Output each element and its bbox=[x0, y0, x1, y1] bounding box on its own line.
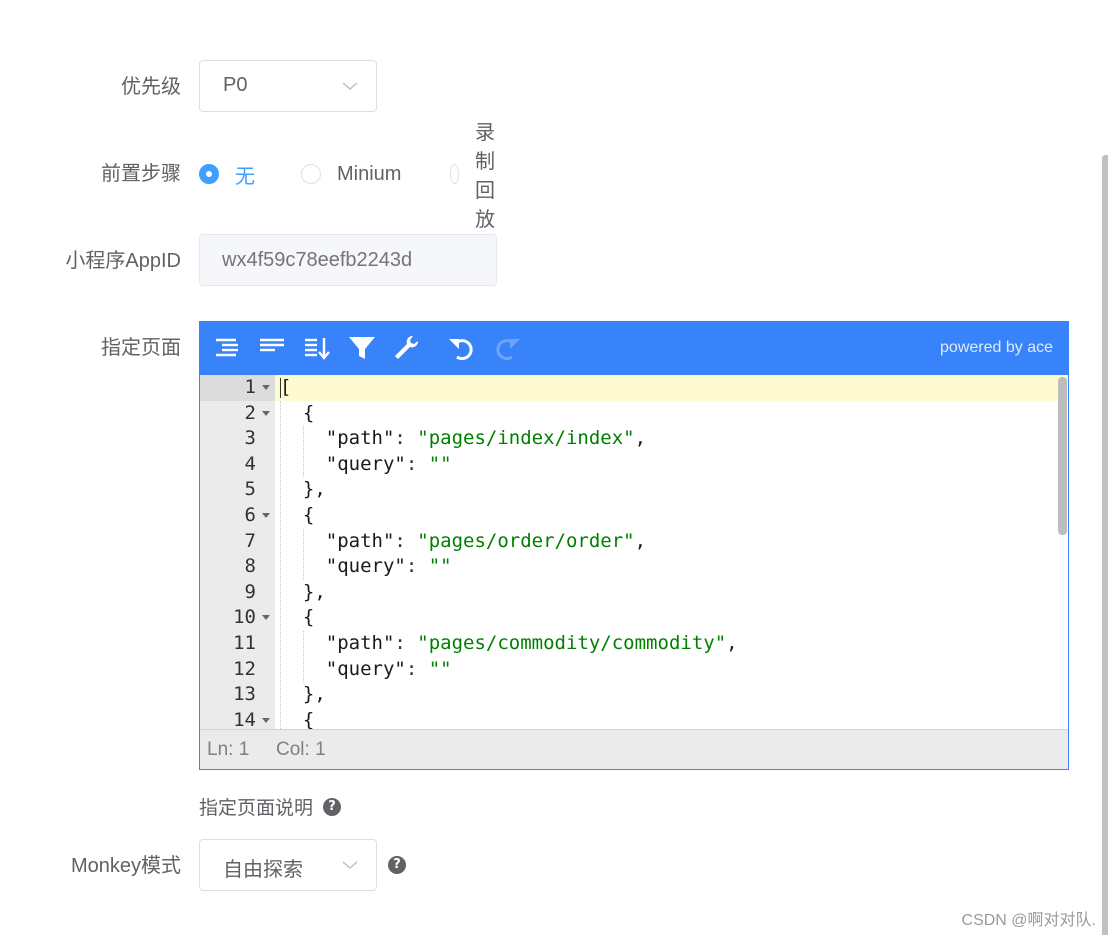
code-line: "path": "pages/order/order", bbox=[280, 529, 647, 552]
code-line: "path": "pages/commodity/commodity", bbox=[280, 632, 738, 654]
pre-steps-label: 前置步骤 bbox=[101, 163, 181, 185]
radio-label: Minium bbox=[337, 162, 402, 185]
page-scrollbar[interactable] bbox=[1102, 155, 1108, 935]
monkey-value: 自由探索 bbox=[223, 859, 303, 881]
chevron-down-icon bbox=[342, 82, 358, 91]
line-number: 11 bbox=[233, 632, 256, 654]
radio-dot bbox=[301, 164, 321, 184]
radio-record-replay[interactable]: 录制回放 bbox=[450, 122, 506, 231]
code-line: }, bbox=[280, 683, 326, 706]
code-line: { bbox=[280, 708, 315, 730]
fold-arrow-icon[interactable] bbox=[262, 717, 270, 723]
undo-icon[interactable] bbox=[447, 333, 477, 363]
indent-guide bbox=[302, 631, 304, 683]
line-number: 10 bbox=[200, 605, 275, 631]
powered-by-ace[interactable]: powered by ace bbox=[940, 339, 1053, 357]
fold-arrow-icon[interactable] bbox=[262, 513, 270, 518]
line-number: 9 bbox=[244, 580, 256, 603]
editor-scrollbar-thumb[interactable] bbox=[1058, 377, 1067, 535]
code-line: }, bbox=[280, 478, 326, 501]
indent-guide bbox=[302, 528, 304, 580]
line-number: 3 bbox=[244, 427, 256, 450]
format-icon[interactable] bbox=[212, 333, 242, 363]
line-number: 12 bbox=[233, 657, 256, 680]
priority-value: P0 bbox=[223, 74, 248, 96]
radio-minium[interactable]: Minium bbox=[301, 160, 401, 188]
status-line: Ln: 1 bbox=[207, 739, 250, 760]
line-number: 13 bbox=[233, 683, 256, 706]
question-icon[interactable]: ? bbox=[323, 797, 342, 816]
editor-status-bar: Ln: 1 Col: 1 bbox=[200, 729, 1068, 769]
line-number-gutter: 1 2 3 4 5 6 7 8 9 10 11 12 13 14 bbox=[200, 375, 275, 730]
code-area[interactable]: [ { "path": "pages/index/index", "query"… bbox=[275, 375, 1068, 730]
question-icon[interactable]: ? bbox=[388, 856, 406, 874]
sort-icon[interactable] bbox=[302, 333, 332, 363]
indent-guide bbox=[302, 426, 304, 478]
code-line: }, bbox=[280, 580, 326, 603]
code-line: "query": "" bbox=[280, 657, 452, 680]
fold-arrow-icon[interactable] bbox=[262, 615, 270, 621]
code-line: "query": "" bbox=[280, 452, 452, 475]
line-number: 5 bbox=[244, 478, 256, 501]
priority-select[interactable]: P0 bbox=[199, 60, 377, 112]
status-column: Col: 1 bbox=[276, 739, 326, 760]
appid-input[interactable] bbox=[199, 234, 497, 286]
line-number: 8 bbox=[244, 555, 256, 578]
monkey-label: Monkey模式 bbox=[70, 855, 181, 877]
radio-dot bbox=[450, 164, 459, 184]
json-editor[interactable]: powered by ace 1 2 3 4 5 6 7 8 9 10 11 12 13 14 [ { "… bbox=[199, 321, 1069, 770]
indent-guide bbox=[280, 400, 281, 730]
monkey-select[interactable]: 自由探索 bbox=[199, 839, 377, 891]
line-number: 7 bbox=[244, 529, 256, 552]
redo-icon[interactable] bbox=[492, 333, 522, 363]
code-line: { bbox=[280, 606, 315, 629]
pages-label: 指定页面 bbox=[101, 337, 181, 359]
radio-label: 录制回放 bbox=[474, 122, 495, 231]
pages-help-text: 指定页面说明 bbox=[199, 798, 314, 819]
fold-arrow-icon[interactable] bbox=[262, 385, 270, 390]
watermark: CSDN @啊对对队. bbox=[961, 912, 1096, 929]
appid-label: 小程序AppID bbox=[65, 250, 181, 272]
editor-scrollbar[interactable] bbox=[1056, 375, 1068, 730]
line-number: 2 bbox=[200, 401, 275, 427]
line-number: 4 bbox=[244, 452, 256, 475]
form-page: 优先级 P0 前置步骤 无 Minium 录制回放 小程序AppID 指定页面 bbox=[0, 0, 1108, 935]
compact-icon[interactable] bbox=[257, 333, 287, 363]
radio-label: 无 bbox=[235, 165, 255, 188]
line-number: 1 bbox=[200, 375, 275, 401]
editor-toolbar: powered by ace bbox=[200, 322, 1068, 375]
line-number: 14 bbox=[200, 708, 275, 730]
priority-label: 优先级 bbox=[121, 76, 181, 98]
radio-dot bbox=[199, 164, 219, 184]
chevron-down-icon bbox=[342, 861, 358, 870]
text-cursor bbox=[280, 378, 281, 398]
code-line: "path": "pages/index/index", bbox=[280, 427, 647, 450]
code-line: { bbox=[280, 401, 315, 424]
code-line: "query": "" bbox=[280, 555, 452, 578]
code-line: [ bbox=[275, 375, 1068, 401]
repair-icon[interactable] bbox=[391, 333, 421, 363]
pages-help: 指定页面说明 ? bbox=[199, 793, 342, 820]
radio-none[interactable]: 无 bbox=[199, 160, 255, 188]
line-number: 6 bbox=[200, 503, 275, 529]
fold-arrow-icon[interactable] bbox=[262, 410, 270, 416]
code-line: { bbox=[280, 504, 315, 526]
filter-icon[interactable] bbox=[347, 333, 377, 363]
